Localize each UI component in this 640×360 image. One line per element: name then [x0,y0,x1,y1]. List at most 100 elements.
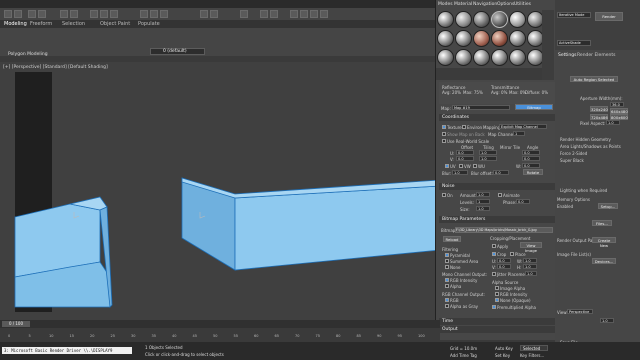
create-new-button[interactable]: Create New [592,237,616,248]
tab-freeform[interactable]: Freeform [30,21,52,27]
layer-dropdown[interactable]: 0 (default) [150,48,205,55]
tab-populate[interactable]: Populate [138,21,160,27]
key-filters-button[interactable]: Key Filters... [520,353,544,358]
environ-radio[interactable] [462,125,466,129]
premultiplied-checkbox[interactable] [492,305,496,309]
rotate-button[interactable]: Rotate [523,169,543,175]
scale-icon[interactable] [110,10,118,18]
filter-none-radio[interactable] [445,265,449,269]
menu-modes[interactable]: Modes [438,2,453,7]
pyramidal-radio[interactable] [445,253,449,257]
blur-field[interactable]: 1.0 [452,170,468,175]
pixel-aspect-field[interactable]: 1.0 [606,120,620,125]
material-slot-sphere-active[interactable] [491,11,508,28]
scene-geometry[interactable] [0,62,440,320]
maxscript-listener[interactable]: 3: Microsoft Basic Render Driver \\.\DIS… [2,347,132,354]
render-mode-dropdown[interactable]: Iterative Mode [557,12,591,18]
material-slot-sphere[interactable] [455,30,472,47]
devices-button[interactable]: Devices... [592,258,616,264]
render-icon[interactable] [320,10,328,18]
view-image-button[interactable]: View Image [520,242,542,253]
mono-alpha-radio[interactable] [445,284,449,288]
output-rollout[interactable]: Output [439,326,555,333]
enabled-label[interactable]: Enabled [557,204,573,209]
texture-radio[interactable] [442,125,446,129]
tab-selection[interactable]: Selection [62,21,85,27]
render-hidden-label[interactable]: Render Hidden Geometry [560,137,611,142]
noise-on-checkbox[interactable] [442,193,446,197]
material-slot-sphere[interactable] [509,49,526,66]
mapping-dropdown[interactable]: Explicit Map Channel [499,124,547,129]
material-slot-sphere[interactable] [473,49,490,66]
map-name-field[interactable]: Map #19 [452,105,510,110]
schematic-icon[interactable] [270,10,278,18]
menu-navigation[interactable]: Navigation [473,2,497,7]
undo-icon[interactable] [4,10,12,18]
view-scale-field[interactable]: 1.0 [600,318,614,323]
phase-field[interactable]: 0.0 [516,199,530,204]
snap-icon[interactable] [140,10,148,18]
material-slot-sphere[interactable] [455,11,472,28]
offset-v-field[interactable]: 0.0 [456,156,474,161]
map-type-button[interactable]: Bitmap [515,104,553,110]
uv-radio[interactable] [445,164,449,168]
angle-snap-icon[interactable] [150,10,158,18]
material-slot-sphere[interactable] [491,49,508,66]
rotate-icon[interactable] [100,10,108,18]
jitter-field[interactable]: 1.0 [525,271,537,276]
apply-checkbox[interactable] [492,244,496,248]
render-frame-icon[interactable] [310,10,318,18]
none-opaque-radio[interactable] [495,298,499,302]
link-icon[interactable] [28,10,36,18]
mono-rgb-intensity-radio[interactable] [445,278,449,282]
align-icon[interactable] [210,10,218,18]
selection-set-dropdown[interactable]: Selected [520,345,548,351]
vw-radio[interactable] [459,164,463,168]
move-icon[interactable] [90,10,98,18]
tab-settings[interactable]: Settings [558,53,576,58]
res-320-button[interactable]: 320x240 [590,106,608,112]
blur-offset-field[interactable]: 0.0 [493,170,509,175]
super-black-label[interactable]: Super Black [560,158,584,163]
angle-u-field[interactable]: 0.0 [522,150,540,155]
jitter-checkbox[interactable] [492,272,496,276]
material-slot-sphere[interactable] [473,11,490,28]
angle-w-field[interactable]: 0.0 [522,163,540,168]
force-2sided-label[interactable]: Force 2-Sided [560,151,587,156]
tab-render-elements[interactable]: Render Elements [577,53,615,58]
rgb-radio[interactable] [445,298,449,302]
auto-region-button[interactable]: Auto Region Selected [570,76,618,82]
crop-u-field[interactable]: 0.0 [497,258,511,263]
mirror-icon[interactable] [200,10,208,18]
map-channel-field[interactable]: 1 [513,131,525,136]
coordinates-rollout[interactable]: Coordinates [439,114,555,121]
render-button[interactable]: Render [595,12,623,21]
offset-u-field[interactable]: 0.0 [456,150,474,155]
unlink-icon[interactable] [38,10,46,18]
add-time-tag-text[interactable]: Add Time Tag [450,353,477,358]
aperture-width-field[interactable]: 36.0 [610,102,624,107]
tiling-v-field[interactable]: 1.0 [479,156,497,161]
crop-h-field[interactable]: 1.0 [523,264,537,269]
material-slot-sphere[interactable] [509,11,526,28]
material-slot-sphere[interactable] [437,49,454,66]
material-slot-sphere[interactable] [491,30,508,47]
material-slot-sphere[interactable] [437,30,454,47]
summed-area-radio[interactable] [445,259,449,263]
menu-options[interactable]: Options [497,2,514,7]
tab-modeling[interactable]: Modeling [4,21,27,27]
crop-radio[interactable] [492,252,496,256]
reload-button[interactable]: Reload [443,236,461,242]
bitmap-path-button[interactable]: F:\3D_Library\3D Maps\bricks\Mosaic_bric… [455,227,553,233]
levels-field[interactable]: 1 [476,199,490,204]
noise-rollout[interactable]: Noise [439,183,555,190]
bitmap-parameters-rollout[interactable]: Bitmap Parameters [439,216,555,223]
setup-button[interactable]: Setup... [598,203,618,209]
trackbar[interactable]: 0 5 10 15 20 25 30 35 40 45 50 55 60 65 70 75 80 85 90 95 10… [0,328,440,342]
wu-radio[interactable] [473,164,477,168]
auto-key-button[interactable]: Auto Key [495,346,513,351]
animate-checkbox[interactable] [498,193,502,197]
material-slot-sphere[interactable] [509,30,526,47]
alpha-rgb-intensity-radio[interactable] [495,292,499,296]
view-dropdown[interactable]: Perspective [567,309,593,314]
